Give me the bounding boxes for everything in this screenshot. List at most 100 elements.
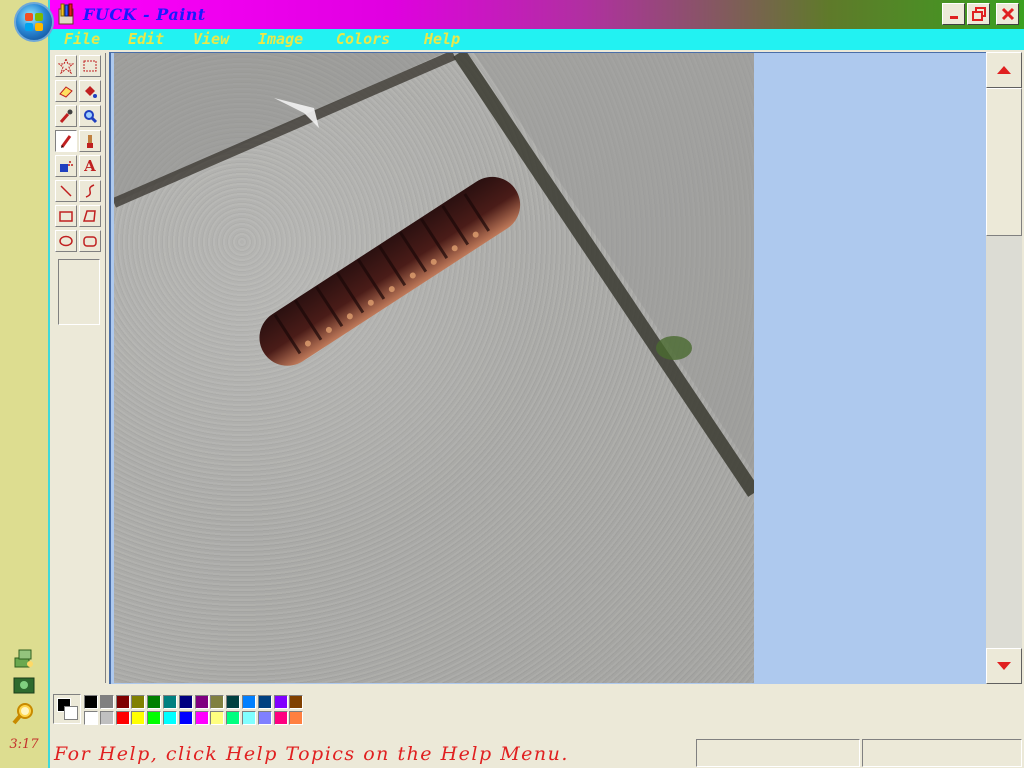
palette-swatch[interactable] (147, 711, 162, 725)
menu-help[interactable]: Help (424, 30, 460, 48)
paint-bucket-icon (85, 86, 97, 98)
palette-swatch[interactable] (115, 695, 130, 709)
palette-swatch[interactable] (178, 711, 193, 725)
minimize-button[interactable] (942, 3, 965, 25)
arrow-up-icon (997, 66, 1011, 74)
current-colors[interactable] (53, 694, 81, 724)
menu-colors[interactable]: Colors (336, 30, 390, 48)
palette-swatch[interactable] (257, 695, 272, 709)
windows-logo-icon (25, 13, 43, 31)
palette-swatch[interactable] (84, 695, 98, 709)
search-tray-icon[interactable] (8, 701, 40, 727)
network-tray-icon[interactable] (8, 645, 40, 671)
menu-image[interactable]: Image (258, 30, 303, 48)
tool-curve[interactable] (79, 180, 101, 202)
status-pane-size (862, 739, 1022, 767)
eyedropper-icon (59, 109, 73, 123)
menu-file[interactable]: File (64, 30, 100, 48)
menu-edit[interactable]: Edit (128, 30, 164, 48)
tool-pencil[interactable] (55, 130, 77, 152)
palette-swatch[interactable] (131, 695, 146, 709)
maximize-button[interactable] (967, 3, 990, 25)
status-pane-position (696, 739, 860, 767)
tool-eraser[interactable] (55, 80, 77, 102)
eraser-icon (59, 86, 73, 98)
close-icon (1001, 7, 1014, 21)
palette-swatch[interactable] (194, 711, 209, 725)
menu-view[interactable]: View (193, 30, 229, 48)
line-icon (60, 185, 72, 197)
start-button[interactable] (14, 2, 54, 42)
scroll-track[interactable] (986, 236, 1022, 648)
title-bar[interactable]: FUCK - Paint (50, 0, 1024, 29)
polygon-icon (82, 210, 96, 222)
scroll-thumb[interactable] (986, 88, 1022, 236)
palette-swatch[interactable] (273, 695, 288, 709)
window-title: FUCK - Paint (83, 5, 206, 24)
palette-swatch[interactable] (163, 711, 177, 725)
palette-swatch[interactable] (242, 711, 256, 725)
palette-swatch[interactable] (257, 711, 272, 725)
magnifier-icon (84, 110, 98, 124)
taskbar-clock[interactable]: 3:17 (4, 737, 44, 752)
restore-icon (971, 7, 986, 21)
toolbox: A (53, 53, 106, 683)
tool-ellipse[interactable] (55, 230, 77, 252)
canvas-workspace[interactable] (109, 52, 1015, 684)
pencil-icon (60, 135, 72, 148)
display-tray-icon[interactable] (8, 673, 40, 699)
taskbar: 3:17 (0, 0, 50, 768)
color-palette (53, 692, 313, 728)
menu-bar: File Edit View Image Colors Help (50, 29, 1024, 50)
status-bar: For Help, click Help Topics on the Help … (50, 737, 1024, 768)
airbrush-icon (60, 161, 73, 172)
curve-icon (85, 184, 95, 198)
palette-swatch[interactable] (99, 695, 114, 709)
palette-swatch[interactable] (99, 711, 114, 725)
tool-free-form-select[interactable] (55, 55, 77, 77)
arrow-down-icon (997, 662, 1011, 670)
palette-swatch[interactable] (194, 695, 209, 709)
text-icon: A (84, 157, 96, 175)
tool-airbrush[interactable] (55, 155, 77, 177)
close-button[interactable] (996, 3, 1019, 25)
tool-text[interactable]: A (79, 155, 101, 177)
palette-swatch[interactable] (131, 711, 146, 725)
palette-swatch[interactable] (289, 711, 304, 725)
tool-polygon[interactable] (79, 205, 101, 227)
palette-swatch[interactable] (226, 695, 241, 709)
palette-swatch[interactable] (84, 711, 98, 725)
background-color[interactable] (64, 706, 78, 720)
brush-icon (87, 135, 93, 148)
tool-line[interactable] (55, 180, 77, 202)
tool-brush[interactable] (79, 130, 101, 152)
canvas-photo (114, 53, 754, 683)
tool-fill[interactable] (79, 80, 101, 102)
drawing-canvas[interactable] (114, 53, 754, 683)
ellipse-icon (59, 235, 73, 247)
vertical-scrollbar[interactable] (986, 52, 1022, 684)
minimize-icon (949, 16, 958, 19)
rectangle-icon (59, 211, 73, 222)
palette-swatch[interactable] (178, 695, 193, 709)
paint-app-icon[interactable] (56, 3, 76, 25)
palette-swatch[interactable] (163, 695, 177, 709)
tool-select[interactable] (79, 55, 101, 77)
tool-magnifier[interactable] (79, 105, 101, 127)
scroll-up-button[interactable] (986, 52, 1022, 88)
tool-options-box[interactable] (58, 259, 100, 325)
palette-swatch[interactable] (226, 711, 241, 725)
palette-swatch[interactable] (115, 711, 130, 725)
tool-rounded-rectangle[interactable] (79, 230, 101, 252)
status-text: For Help, click Help Topics on the Help … (54, 743, 569, 765)
palette-swatch[interactable] (210, 695, 225, 709)
palette-swatch[interactable] (147, 695, 162, 709)
palette-swatch[interactable] (289, 695, 304, 709)
tool-pick-color[interactable] (55, 105, 77, 127)
rect-select-icon (83, 60, 97, 72)
palette-swatch[interactable] (242, 695, 256, 709)
palette-swatch[interactable] (273, 711, 288, 725)
tool-rectangle[interactable] (55, 205, 77, 227)
scroll-down-button[interactable] (986, 648, 1022, 684)
palette-swatch[interactable] (210, 711, 225, 725)
